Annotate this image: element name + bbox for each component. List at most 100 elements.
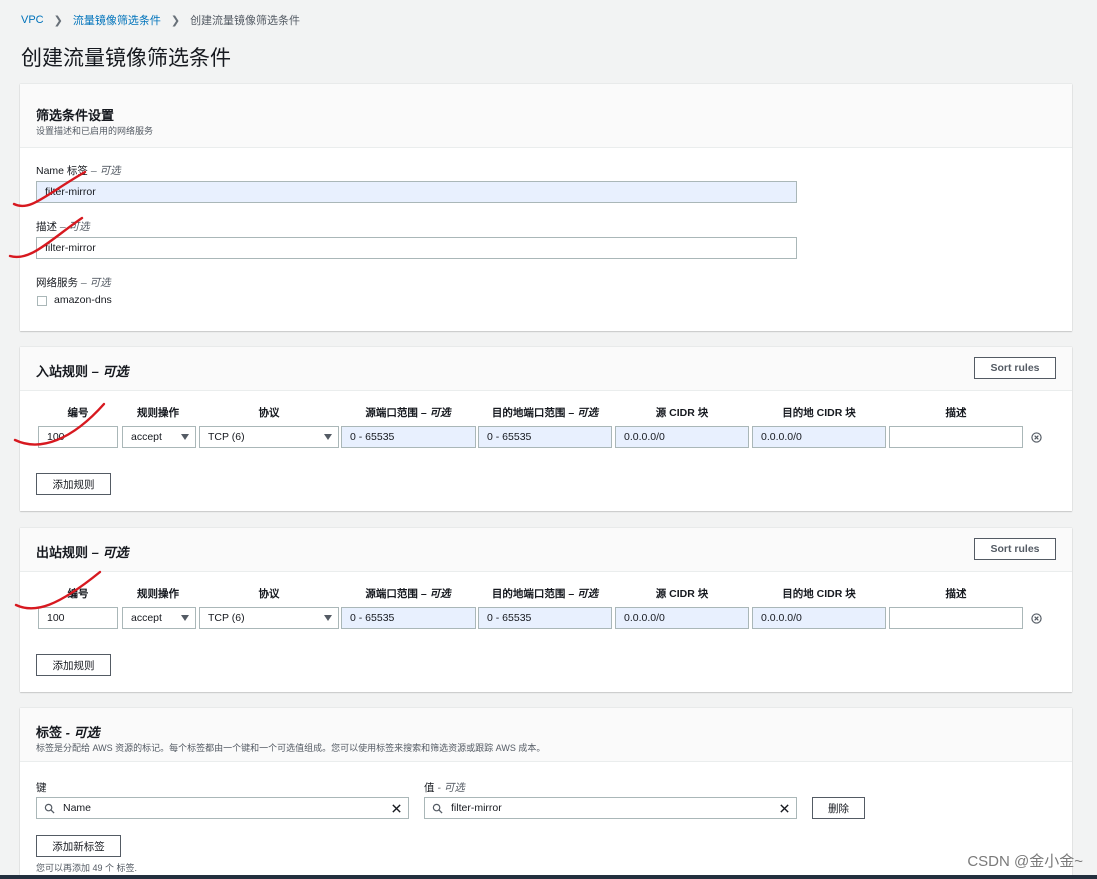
outbound-protocol-select[interactable]: TCP (6) — [199, 607, 339, 629]
amazon-dns-label: amazon-dns — [54, 294, 112, 306]
optional-hint: - 可选 — [62, 725, 100, 740]
col-number: 编号 — [67, 407, 89, 419]
col-src-port-text: 源端口范围 — [365, 588, 418, 600]
settings-title: 筛选条件设置 — [36, 108, 115, 123]
inbound-rule-action-select[interactable]: accept — [122, 426, 196, 448]
col-dst-port: 目的地端口范围 – 可选 — [478, 586, 612, 601]
tag-value-label: 值 - 可选 — [424, 780, 465, 795]
tags-panel: 标签 - 可选 标签是分配给 AWS 资源的标记。每个标签都由一个键和一个可选值… — [20, 708, 1072, 875]
col-dst-port-text: 目的地端口范围 — [491, 407, 566, 419]
col-dst-cidr: 目的地 CIDR 块 — [782, 588, 856, 600]
outbound-rules-panel: 出站规则 – 可选 Sort rules 编号 规则操作 协议 源端口范围 – … — [20, 528, 1072, 692]
outbound-rule-number-input[interactable]: 100 — [38, 607, 118, 629]
breadcrumb-current: 创建流量镜像筛选条件 — [190, 15, 301, 27]
optional-hint: – 可选 — [90, 165, 121, 177]
settings-panel-header: 筛选条件设置 设置描述和已启用的网络服务 — [20, 84, 1072, 148]
col-src-port: 源端口范围 – 可选 — [340, 586, 476, 601]
caret-down-icon — [324, 615, 332, 621]
breadcrumb: VPC ❯ 流量镜像筛选条件 ❯ 创建流量镜像筛选条件 — [21, 12, 300, 28]
name-tag-input[interactable]: filter-mirror — [36, 181, 797, 203]
optional-hint: - 可选 — [434, 782, 465, 794]
inbound-src-port-input[interactable]: 0 - 65535 — [341, 426, 476, 448]
inbound-src-cidr-input[interactable]: 0.0.0.0/0 — [615, 426, 749, 448]
breadcrumb-vpc-link[interactable]: VPC — [21, 14, 44, 26]
inbound-protocol-select[interactable]: TCP (6) — [199, 426, 339, 448]
caret-down-icon — [181, 615, 189, 621]
tags-title-text: 标签 — [36, 725, 63, 740]
bottom-bar — [0, 875, 1097, 879]
optional-hint: – 可选 — [420, 407, 451, 419]
network-services-label-text: 网络服务 — [36, 277, 78, 289]
page-title: 创建流量镜像筛选条件 — [21, 47, 231, 70]
tag-key-label: 键 — [36, 782, 47, 794]
col-src-cidr: 源 CIDR 块 — [655, 407, 709, 419]
remove-rule-icon[interactable] — [1031, 432, 1042, 443]
outbound-src-cidr-input[interactable]: 0.0.0.0/0 — [615, 607, 749, 629]
col-dst-cidr: 目的地 CIDR 块 — [782, 407, 856, 419]
outbound-description-input[interactable] — [889, 607, 1023, 629]
clear-icon[interactable] — [391, 803, 402, 814]
col-number: 编号 — [67, 588, 89, 600]
tags-panel-header: 标签 - 可选 标签是分配给 AWS 资源的标记。每个标签都由一个键和一个可选值… — [20, 708, 1072, 762]
tags-desc: 标签是分配给 AWS 资源的标记。每个标签都由一个键和一个可选值组成。您可以使用… — [36, 743, 546, 753]
inbound-panel-header: 入站规则 – 可选 Sort rules — [20, 347, 1072, 391]
inbound-add-rule-button[interactable]: 添加规则 — [36, 473, 111, 495]
outbound-dst-cidr-input[interactable]: 0.0.0.0/0 — [752, 607, 886, 629]
breadcrumb-filters-link[interactable]: 流量镜像筛选条件 — [73, 12, 161, 28]
inbound-rule-number-input[interactable]: 100 — [38, 426, 118, 448]
inbound-rule-action-value: accept — [131, 431, 162, 443]
col-dst-port-text: 目的地端口范围 — [491, 588, 566, 600]
name-tag-label-text: Name 标签 — [36, 165, 88, 177]
caret-down-icon — [324, 434, 332, 440]
description-input[interactable]: filter-mirror — [36, 237, 797, 259]
description-label: 描述 – 可选 — [36, 219, 90, 234]
outbound-panel-header: 出站规则 – 可选 Sort rules — [20, 528, 1072, 572]
outbound-dst-port-input[interactable]: 0 - 65535 — [478, 607, 612, 629]
tag-value-label-text: 值 — [424, 782, 435, 794]
col-dst-port: 目的地端口范围 – 可选 — [478, 405, 612, 420]
col-src-port-text: 源端口范围 — [365, 407, 418, 419]
inbound-dst-port-input[interactable]: 0 - 65535 — [478, 426, 612, 448]
outbound-add-rule-button[interactable]: 添加规则 — [36, 654, 111, 676]
col-protocol: 协议 — [258, 588, 280, 600]
optional-hint: – 可选 — [568, 588, 599, 600]
clear-icon[interactable] — [779, 803, 790, 814]
search-icon — [44, 803, 55, 814]
settings-panel: 筛选条件设置 设置描述和已启用的网络服务 Name 标签 – 可选 filter… — [20, 84, 1072, 331]
add-tag-button[interactable]: 添加新标签 — [36, 835, 121, 857]
search-icon — [432, 803, 443, 814]
inbound-description-input[interactable] — [889, 426, 1023, 448]
tag-key-input[interactable]: Name — [36, 797, 409, 819]
optional-hint: – 可选 — [88, 545, 129, 560]
optional-hint: – 可选 — [568, 407, 599, 419]
tag-value-value: filter-mirror — [451, 802, 502, 814]
watermark: CSDN @金小金~ — [967, 853, 1083, 870]
outbound-rule-action-select[interactable]: accept — [122, 607, 196, 629]
outbound-title-text: 出站规则 — [36, 545, 89, 560]
outbound-protocol-value: TCP (6) — [208, 612, 245, 624]
tags-title: 标签 - 可选 — [36, 722, 100, 741]
inbound-title-text: 入站规则 — [36, 364, 89, 379]
outbound-sort-rules-button[interactable]: Sort rules — [974, 538, 1056, 560]
tags-remaining-note: 您可以再添加 49 个 标签. — [36, 863, 138, 873]
description-label-text: 描述 — [36, 221, 57, 233]
col-description: 描述 — [945, 588, 967, 600]
inbound-rules-panel: 入站规则 – 可选 Sort rules 编号 规则操作 协议 源端口范围 – … — [20, 347, 1072, 511]
inbound-sort-rules-button[interactable]: Sort rules — [974, 357, 1056, 379]
remove-rule-icon[interactable] — [1031, 613, 1042, 624]
amazon-dns-checkbox[interactable] — [37, 296, 47, 306]
col-protocol: 协议 — [258, 407, 280, 419]
outbound-title: 出站规则 – 可选 — [36, 542, 128, 561]
outbound-rule-action-value: accept — [131, 612, 162, 624]
name-tag-label: Name 标签 – 可选 — [36, 163, 121, 178]
tag-value-input[interactable]: filter-mirror — [424, 797, 797, 819]
inbound-dst-cidr-input[interactable]: 0.0.0.0/0 — [752, 426, 886, 448]
outbound-src-port-input[interactable]: 0 - 65535 — [341, 607, 476, 629]
tag-remove-button[interactable]: 删除 — [812, 797, 865, 819]
optional-hint: – 可选 — [59, 221, 90, 233]
chevron-right-icon: ❯ — [53, 14, 63, 27]
inbound-title: 入站规则 – 可选 — [36, 361, 128, 380]
col-src-port: 源端口范围 – 可选 — [340, 405, 476, 420]
optional-hint: – 可选 — [80, 277, 111, 289]
caret-down-icon — [181, 434, 189, 440]
